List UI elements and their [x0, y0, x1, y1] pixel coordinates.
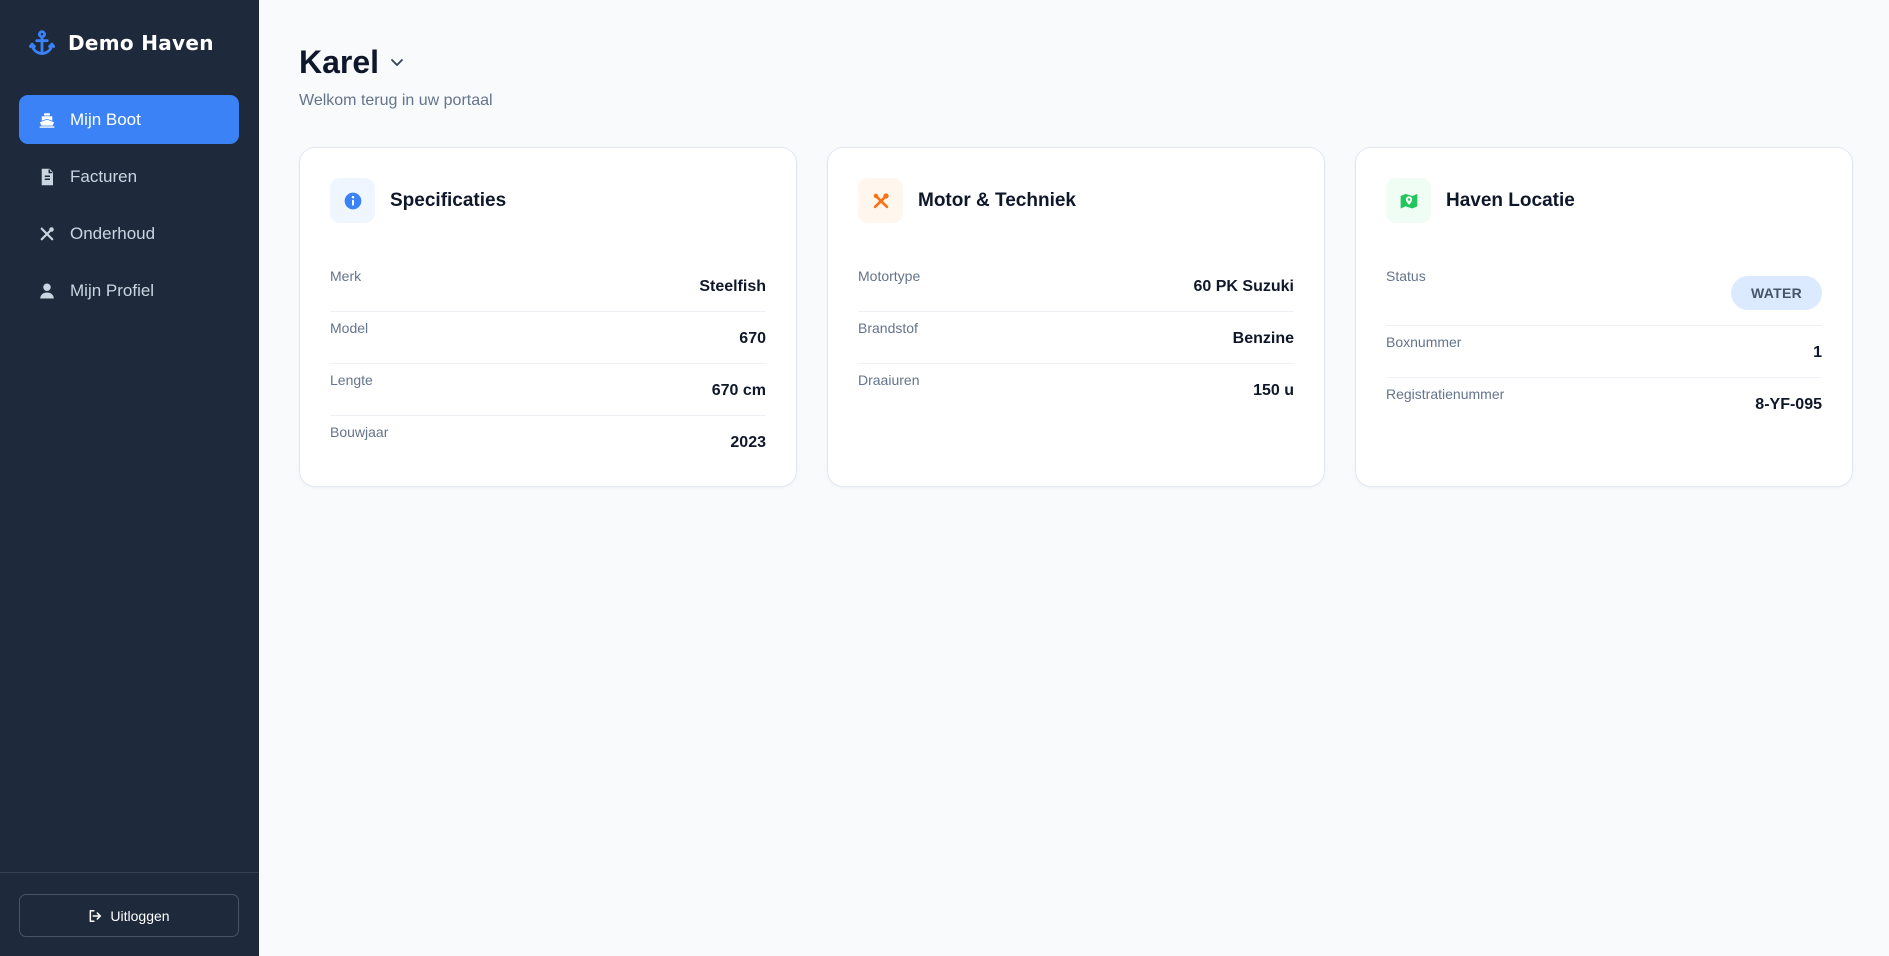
sidebar-item-facturen[interactable]: Facturen	[19, 152, 239, 201]
spec-row-model: Model 670	[330, 312, 766, 364]
card-title: Motor & Techniek	[918, 189, 1076, 211]
tools-icon	[858, 178, 903, 223]
user-icon	[38, 282, 56, 300]
user-switcher[interactable]: Karel	[299, 42, 493, 82]
sidebar-item-label: Facturen	[70, 166, 138, 186]
map-icon	[1386, 178, 1431, 223]
row-value: 670 cm	[711, 381, 766, 399]
row-value: 150 u	[1253, 382, 1294, 399]
invoice-icon	[38, 168, 56, 186]
location-row-boxnummer: Boxnummer 1	[1386, 326, 1822, 378]
card-header: Haven Locatie	[1386, 178, 1575, 223]
row-value: 2023	[730, 434, 766, 451]
spec-row-lengte: Lengte 670 cm	[330, 364, 766, 416]
card-title: Specificaties	[390, 189, 507, 211]
row-value: Steelfish	[699, 277, 766, 295]
row-label: Model	[330, 320, 369, 336]
row-value: 60 PK Suzuki	[1193, 277, 1294, 295]
sidebar-item-label: Mijn Boot	[70, 109, 141, 129]
page-subtitle: Welkom terug in uw portaal	[299, 92, 493, 109]
row-value: 1	[1813, 343, 1822, 361]
logout-button[interactable]: Uitloggen	[19, 894, 239, 937]
page-title: Karel	[299, 43, 380, 80]
location-list: Status WATER Boxnummer 1 Registratienumm…	[1386, 260, 1822, 430]
row-label: Bouwjaar	[330, 424, 389, 440]
sidebar-item-mijn-profiel[interactable]: Mijn Profiel	[19, 266, 239, 315]
ship-icon	[38, 111, 56, 129]
row-label: Merk	[330, 268, 362, 284]
row-value: Benzine	[1232, 329, 1294, 347]
row-label: Brandstof	[858, 320, 918, 336]
sidebar-item-label: Mijn Profiel	[70, 280, 155, 300]
motor-row-draaiuren: Draaiuren 150 u	[858, 364, 1294, 416]
brand[interactable]: Demo Haven	[28, 28, 214, 58]
spec-row-bouwjaar: Bouwjaar 2023	[330, 416, 766, 468]
location-row-status: Status WATER	[1386, 260, 1822, 326]
sidebar-footer: Uitloggen	[0, 872, 259, 956]
row-label: Status	[1386, 268, 1426, 284]
row-label: Lengte	[330, 372, 373, 388]
sidebar: Demo Haven Mijn Boot Facturen Onderhoud …	[0, 0, 259, 956]
spec-list: Merk Steelfish Model 670 Lengte 670 cm B…	[330, 260, 766, 468]
spec-row-merk: Merk Steelfish	[330, 260, 766, 312]
sidebar-item-onderhoud[interactable]: Onderhoud	[19, 209, 239, 258]
row-label: Registratienummer	[1386, 386, 1505, 402]
anchor-icon	[28, 29, 56, 57]
row-label: Motortype	[858, 268, 921, 284]
motor-list: Motortype 60 PK Suzuki Brandstof Benzine…	[858, 260, 1294, 416]
row-value: 8-YF-095	[1755, 396, 1822, 413]
location-card: Haven Locatie Status WATER Boxnummer 1 R…	[1355, 147, 1853, 487]
motor-row-motortype: Motortype 60 PK Suzuki	[858, 260, 1294, 312]
logout-label: Uitloggen	[110, 907, 170, 924]
location-row-registratienummer: Registratienummer 8-YF-095	[1386, 378, 1822, 430]
row-value: 670	[739, 329, 766, 347]
info-icon	[330, 178, 375, 223]
card-title: Haven Locatie	[1446, 189, 1575, 211]
logout-icon	[88, 909, 102, 923]
brand-name: Demo Haven	[68, 31, 214, 55]
chevron-down-icon[interactable]	[389, 54, 405, 70]
main-content: Karel Welkom terug in uw portaal Specifi…	[259, 0, 1889, 956]
row-label: Boxnummer	[1386, 334, 1462, 350]
page-header: Karel Welkom terug in uw portaal	[299, 42, 493, 110]
sidebar-nav: Mijn Boot Facturen Onderhoud Mijn Profie…	[19, 95, 239, 323]
row-label: Draaiuren	[858, 372, 920, 388]
card-header: Specificaties	[330, 178, 506, 223]
specs-card: Specificaties Merk Steelfish Model 670 L…	[299, 147, 797, 487]
tools-icon	[38, 225, 56, 243]
sidebar-item-label: Onderhoud	[70, 223, 156, 243]
motor-row-brandstof: Brandstof Benzine	[858, 312, 1294, 364]
card-header: Motor & Techniek	[858, 178, 1076, 223]
sidebar-item-mijn-boot[interactable]: Mijn Boot	[19, 95, 239, 144]
status-badge: WATER	[1730, 275, 1822, 310]
motor-card: Motor & Techniek Motortype 60 PK Suzuki …	[827, 147, 1325, 487]
